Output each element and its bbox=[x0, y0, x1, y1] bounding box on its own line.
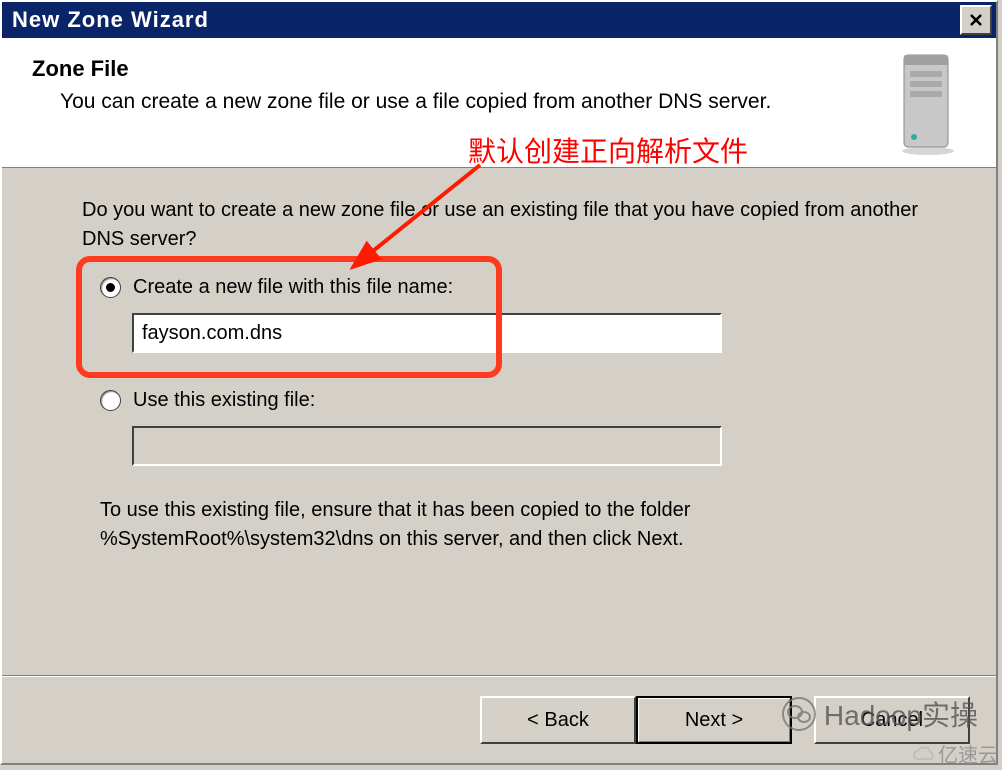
radio-create-new-file[interactable]: Create a new file with this file name: bbox=[82, 270, 936, 307]
close-icon bbox=[969, 13, 983, 27]
radio-use-existing-file[interactable]: Use this existing file: bbox=[82, 383, 936, 420]
footnote-text: To use this existing file, ensure that i… bbox=[82, 496, 936, 554]
header-title: Zone File bbox=[32, 56, 870, 82]
radio-existing-file-label: Use this existing file: bbox=[133, 389, 315, 412]
back-button[interactable]: < Back bbox=[480, 696, 636, 744]
window-title: New Zone Wizard bbox=[6, 7, 209, 33]
radio-group: Create a new file with this file name: U… bbox=[82, 270, 936, 554]
new-file-name-input[interactable] bbox=[132, 313, 722, 353]
radio-new-file-label: Create a new file with this file name: bbox=[133, 276, 453, 299]
wizard-content: Do you want to create a new zone file or… bbox=[2, 168, 996, 676]
radio-button-existing-file[interactable] bbox=[100, 390, 121, 411]
new-file-input-row bbox=[82, 313, 936, 353]
radio-button-new-file[interactable] bbox=[100, 277, 121, 298]
existing-file-input-row bbox=[82, 426, 936, 466]
server-icon bbox=[890, 48, 970, 158]
wizard-button-bar: < Back Next > Cancel bbox=[2, 676, 996, 763]
existing-file-name-input bbox=[132, 426, 722, 466]
annotation-text: 默认创建正向解析文件 bbox=[468, 130, 748, 170]
prompt-text: Do you want to create a new zone file or… bbox=[82, 196, 936, 254]
next-button[interactable]: Next > bbox=[636, 696, 792, 744]
cancel-button[interactable]: Cancel bbox=[814, 696, 970, 744]
close-button[interactable] bbox=[960, 5, 992, 35]
title-bar: New Zone Wizard bbox=[2, 2, 996, 38]
wizard-window: New Zone Wizard Zone File You can create… bbox=[0, 0, 998, 765]
header-subtitle: You can create a new zone file or use a … bbox=[32, 88, 870, 115]
